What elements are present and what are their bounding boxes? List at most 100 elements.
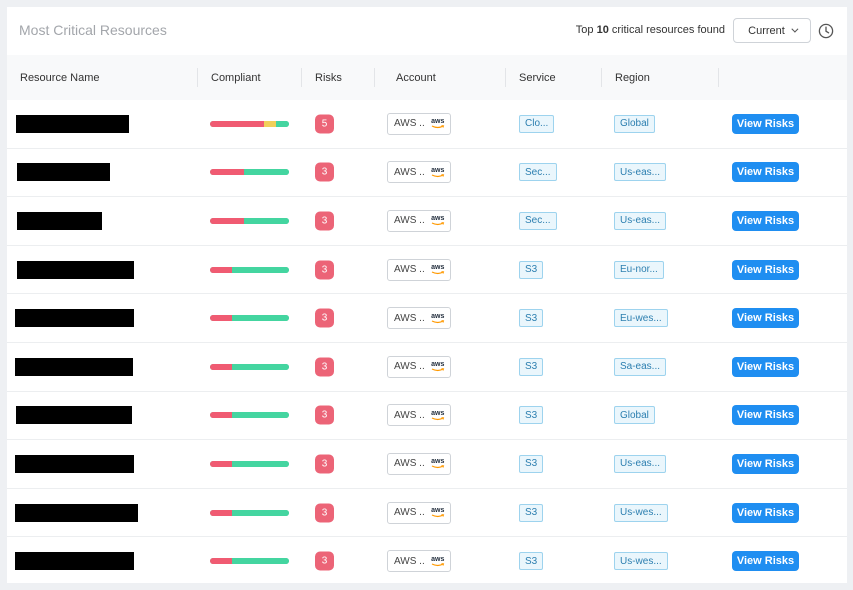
service-tag: Sec... xyxy=(519,211,557,230)
compliance-fail-segment xyxy=(210,120,264,127)
risk-count-badge: 3 xyxy=(315,211,334,231)
region-tag: Eu-wes... xyxy=(614,309,668,328)
view-risks-button[interactable]: View Risks xyxy=(732,356,799,377)
account-chip[interactable]: AWS .. aws xyxy=(387,258,451,281)
view-risks-button[interactable]: View Risks xyxy=(732,210,799,231)
view-risks-button[interactable]: View Risks xyxy=(732,162,799,183)
table-row: 3 AWS .. aws S3 Eu-wes... View Risks xyxy=(7,294,847,343)
col-account: Account xyxy=(396,71,436,84)
aws-logo-icon: aws xyxy=(431,410,445,421)
region-tag: Global xyxy=(614,114,655,133)
redacted-resource-name xyxy=(16,114,129,133)
redacted-resource-name xyxy=(16,406,132,425)
view-risks-button[interactable]: View Risks xyxy=(732,113,799,134)
compliance-pass-segment xyxy=(232,412,289,419)
risk-count-badge: 3 xyxy=(315,357,334,377)
account-chip[interactable]: AWS .. aws xyxy=(387,501,451,524)
account-chip[interactable]: AWS .. aws xyxy=(387,112,451,135)
view-risks-button[interactable]: View Risks xyxy=(732,551,799,572)
card-header: Most Critical Resources Top 10 critical … xyxy=(7,7,847,55)
compliance-bar xyxy=(210,169,289,176)
region-tag: Us-wes... xyxy=(614,503,668,522)
compliance-bar xyxy=(210,217,289,224)
view-risks-button[interactable]: View Risks xyxy=(732,453,799,474)
view-risks-button[interactable]: View Risks xyxy=(732,405,799,426)
col-compliant: Compliant xyxy=(211,71,261,84)
time-range-select[interactable]: Current xyxy=(733,18,811,43)
redacted-resource-name xyxy=(15,503,138,522)
table-row: 3 AWS .. aws S3 Us-wes... View Risks xyxy=(7,537,847,583)
compliance-pass-segment xyxy=(243,217,289,224)
compliance-pass-segment xyxy=(232,363,289,370)
account-chip[interactable]: AWS .. aws xyxy=(387,161,451,184)
region-tag: Us-eas... xyxy=(614,211,667,230)
found-suffix: critical resources found xyxy=(611,24,725,36)
account-label: AWS .. xyxy=(394,264,425,276)
account-label: AWS .. xyxy=(394,215,425,227)
compliance-pass-segment xyxy=(275,120,289,127)
compliance-bar xyxy=(210,509,289,516)
compliance-bar xyxy=(210,558,289,565)
redacted-resource-name xyxy=(15,552,134,571)
risk-count-badge: 5 xyxy=(315,114,334,134)
account-chip[interactable]: AWS .. aws xyxy=(387,404,451,427)
compliance-fail-segment xyxy=(210,169,244,176)
view-risks-button[interactable]: View Risks xyxy=(732,259,799,280)
clock-icon[interactable] xyxy=(818,23,834,39)
aws-logo-icon: aws xyxy=(431,361,445,372)
time-range-value: Current xyxy=(748,24,785,37)
region-tag: Us-wes... xyxy=(614,552,668,571)
card-title: Most Critical Resources xyxy=(19,22,167,38)
aws-logo-icon: aws xyxy=(431,507,445,518)
table-header: Resource Name Compliant Risks Account Se… xyxy=(7,55,847,100)
table-row: 3 AWS .. aws S3 Sa-eas... View Risks xyxy=(7,343,847,392)
risk-count-badge: 3 xyxy=(315,308,334,328)
found-prefix: Top xyxy=(575,24,594,36)
compliance-fail-segment xyxy=(210,363,233,370)
aws-logo-icon: aws xyxy=(431,215,445,226)
compliance-pass-segment xyxy=(243,169,289,176)
redacted-resource-name xyxy=(15,357,133,376)
compliance-pass-segment xyxy=(232,315,289,322)
compliance-pass-segment xyxy=(232,509,289,516)
account-label: AWS .. xyxy=(394,458,425,470)
region-tag: Us-eas... xyxy=(614,163,667,182)
service-tag: S3 xyxy=(519,357,544,376)
service-tag: Clo... xyxy=(519,114,555,133)
account-chip[interactable]: AWS .. aws xyxy=(387,355,451,378)
table-row: 5 AWS .. aws Clo... Global View Risks xyxy=(7,100,847,149)
account-chip[interactable]: AWS .. aws xyxy=(387,452,451,475)
aws-logo-icon: aws xyxy=(431,313,445,324)
risk-count-badge: 3 xyxy=(315,405,334,425)
compliance-fail-segment xyxy=(210,412,233,419)
compliance-fail-segment xyxy=(210,217,244,224)
view-risks-button[interactable]: View Risks xyxy=(732,308,799,329)
account-label: AWS .. xyxy=(394,507,425,519)
compliance-fail-segment xyxy=(210,266,233,273)
account-chip[interactable]: AWS .. aws xyxy=(387,209,451,232)
table-row: 3 AWS .. aws S3 Us-eas... View Risks xyxy=(7,440,847,489)
service-tag: S3 xyxy=(519,309,544,328)
aws-logo-icon: aws xyxy=(431,167,445,178)
service-tag: S3 xyxy=(519,406,544,425)
account-chip[interactable]: AWS .. aws xyxy=(387,307,451,330)
account-label: AWS .. xyxy=(394,409,425,421)
service-tag: S3 xyxy=(519,503,544,522)
redacted-resource-name xyxy=(15,309,134,328)
table-row: 3 AWS .. aws S3 Us-wes... View Risks xyxy=(7,489,847,538)
compliance-fail-segment xyxy=(210,460,233,467)
redacted-resource-name xyxy=(17,211,102,230)
redacted-resource-name xyxy=(17,163,110,182)
chevron-down-icon xyxy=(791,25,799,33)
compliance-bar xyxy=(210,120,289,127)
critical-resources-card: Most Critical Resources Top 10 critical … xyxy=(7,7,847,583)
risk-count-badge: 3 xyxy=(315,454,334,474)
col-service: Service xyxy=(519,71,556,84)
service-tag: Sec... xyxy=(519,163,557,182)
view-risks-button[interactable]: View Risks xyxy=(732,502,799,523)
account-chip[interactable]: AWS .. aws xyxy=(387,550,451,573)
aws-logo-icon: aws xyxy=(431,556,445,567)
service-tag: S3 xyxy=(519,260,544,279)
compliance-bar xyxy=(210,460,289,467)
table-row: 3 AWS .. aws S3 Global View Risks xyxy=(7,392,847,441)
